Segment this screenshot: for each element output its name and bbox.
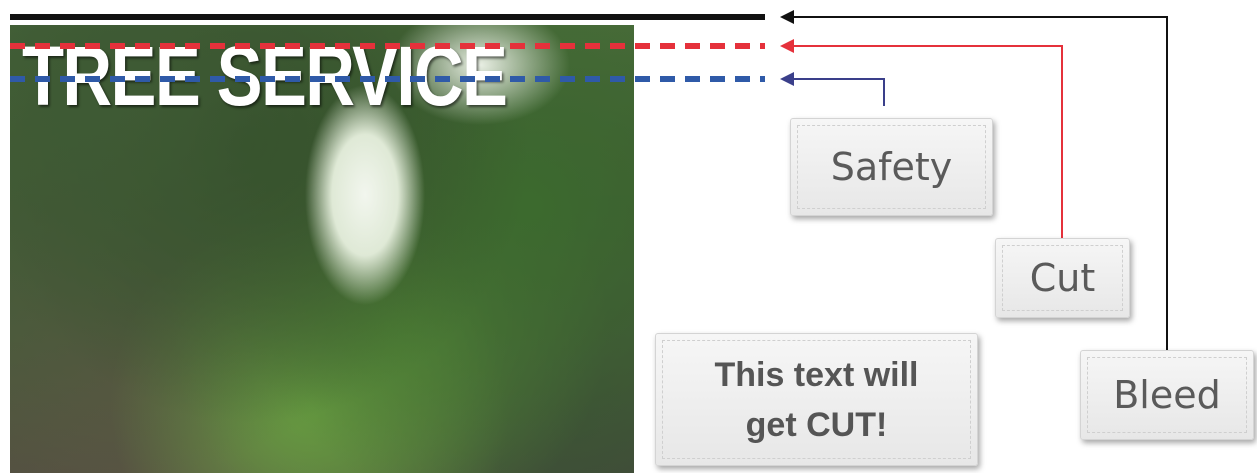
print-margin-diagram: TREE SERVICE Safety Cut Bleed This text … [0,0,1257,473]
bleed-arrowhead [780,10,794,24]
cut-warning-line-1: This text will [714,355,919,394]
safety-arrowhead [780,72,794,86]
bleed-label: Bleed [1080,350,1254,440]
safety-leader [792,78,885,106]
guide-lines [10,10,1168,350]
cut-label: Cut [995,238,1130,318]
safety-label: Safety [790,118,993,216]
cut-arrowhead [780,39,794,53]
cut-warning-box: This text will get CUT! [655,333,978,466]
cut-warning-line-2: get CUT! [745,405,888,444]
